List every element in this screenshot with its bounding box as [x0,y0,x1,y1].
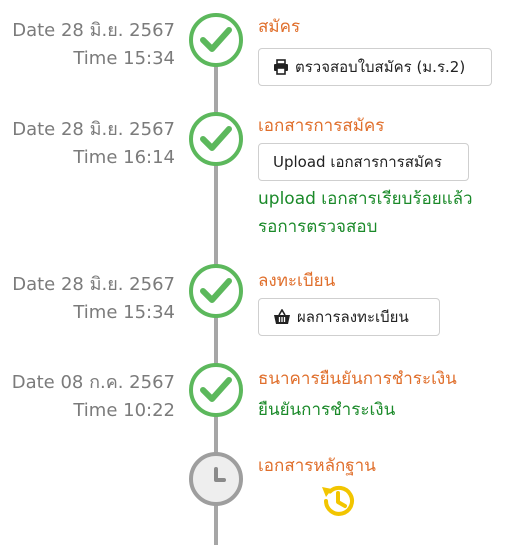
check-circle-icon [189,363,243,417]
step-title: สมัคร [258,17,301,37]
step-time: Time 15:34 [73,302,175,323]
step-datetime: Date 28 มิ.ย. 2567 Time 16:14 [12,116,175,172]
check-circle-icon [189,112,243,166]
registration-result-label: ผลการลงทะเบียน [297,308,409,326]
check-circle-icon [189,13,243,67]
history-icon [318,481,358,525]
step-time: Time 16:14 [73,147,175,168]
status-note: ยืนยันการชำระเงิน [258,396,395,424]
step-datetime: Date 28 มิ.ย. 2567 Time 15:34 [12,17,175,73]
step-time: Time 15:34 [73,48,175,69]
basket-icon [273,309,291,325]
clock-icon [189,452,243,506]
step-title: ลงทะเบียน [258,271,336,291]
check-circle-icon [189,264,243,318]
step-date: Date 28 มิ.ย. 2567 [12,274,175,295]
check-application-button[interactable]: ตรวจสอบใบสมัคร (ม.ร.2) [258,48,492,86]
step-title: ธนาคารยืนยันการชำระเงิน [258,369,457,389]
step-date: Date 08 ก.ค. 2567 [11,372,175,393]
status-note-line: ยืนยันการชำระเงิน [258,400,396,420]
timeline: Date 28 มิ.ย. 2567 Time 15:34 สมัคร ตรวจ… [0,0,527,545]
step-datetime: Date 28 มิ.ย. 2567 Time 15:34 [12,271,175,327]
step-date: Date 28 มิ.ย. 2567 [12,20,175,41]
step-date: Date 28 มิ.ย. 2567 [12,119,175,140]
upload-documents-button[interactable]: Upload เอกสารการสมัคร [258,143,469,181]
printer-icon [273,59,289,75]
status-note: upload เอกสารเรียบร้อยแล้ว รอการตรวจสอบ [258,185,473,241]
step-title: เอกสารหลักฐาน [258,456,376,476]
status-note-line: upload เอกสารเรียบร้อยแล้ว [258,189,473,209]
check-application-label: ตรวจสอบใบสมัคร (ม.ร.2) [295,58,466,76]
step-time: Time 10:22 [73,400,175,421]
registration-result-button[interactable]: ผลการลงทะเบียน [258,298,440,336]
upload-documents-label: Upload เอกสารการสมัคร [273,153,442,171]
step-title: เอกสารการสมัคร [258,116,385,136]
step-datetime: Date 08 ก.ค. 2567 Time 10:22 [12,369,175,425]
status-note-line: รอการตรวจสอบ [258,217,378,237]
